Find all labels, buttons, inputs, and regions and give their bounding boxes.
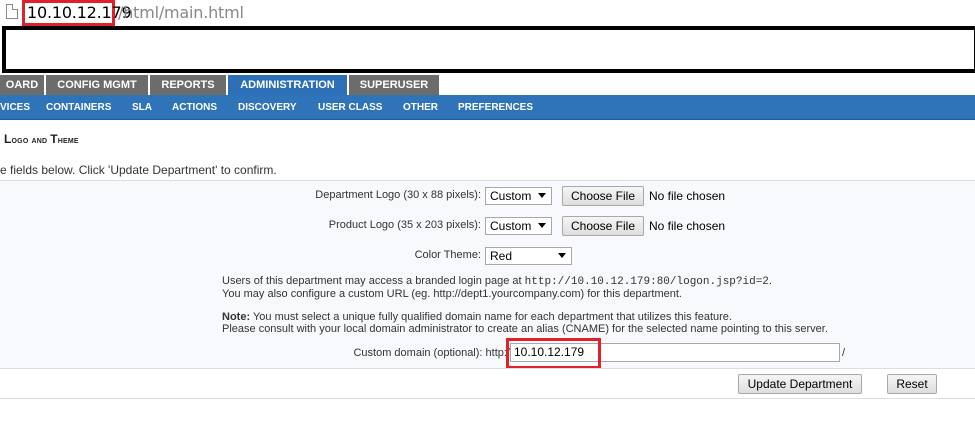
redaction-box [2,26,975,73]
tab-administration[interactable]: ADMINISTRATION [228,75,348,95]
department-logo-file-status: No file chosen [649,189,726,203]
subtab-sla[interactable]: SLA [132,95,152,120]
subtab-actions[interactable]: ACTIONS [172,95,217,120]
branded-login-info: Users of this department may access a br… [222,275,772,288]
reset-button[interactable]: Reset [887,374,937,394]
chevron-down-icon [558,253,566,258]
subtab-devices[interactable]: VICES [0,95,30,120]
subtab-other[interactable]: OTHER [403,95,438,120]
tab-config-mgmt[interactable]: CONFIG MGMT [46,75,149,95]
department-logo-label: Department Logo (30 x 88 pixels): [315,189,481,201]
tab-superuser[interactable]: SUPERUSER [349,75,440,95]
main-tabs: OARD CONFIG MGMT REPORTS ADMINISTRATION … [0,75,975,95]
note-line-1: Note: You must select a unique fully qua… [222,311,732,323]
chevron-down-icon [538,193,546,198]
product-logo-label: Product Logo (35 x 203 pixels): [328,219,481,231]
custom-domain-suffix: / [842,347,846,359]
product-logo-choose-file-button[interactable]: Choose File [562,216,644,236]
product-logo-file-status: No file chosen [649,219,726,233]
instructions-text: e fields below. Click 'Update Department… [0,163,277,177]
chevron-down-icon [538,223,546,228]
tab-reports[interactable]: REPORTS [150,75,227,95]
tab-dashboard[interactable]: OARD [0,75,45,95]
url-path[interactable]: /html/main.html [118,3,244,22]
sub-tabs: VICES CONTAINERS SLA ACTIONS DISCOVERY U… [0,95,975,120]
custom-domain-label: Custom domain (optional): http:/ [353,347,510,359]
page-title: Logo and Theme [4,132,79,146]
product-logo-select[interactable]: Custom [485,217,552,235]
update-department-button[interactable]: Update Department [738,374,862,394]
branded-login-url: http://10.10.12.179:80/logon.jsp?id=2 [524,276,769,288]
color-theme-select[interactable]: Red [485,247,572,265]
note-line-2: Please consult with your local domain ad… [222,323,828,335]
subtab-user-class[interactable]: USER CLASS [318,95,382,120]
form-panel [0,180,975,368]
department-logo-select[interactable]: Custom [485,187,552,205]
page-icon [6,4,18,19]
color-theme-label: Color Theme: [414,249,481,261]
subtab-containers[interactable]: CONTAINERS [46,95,111,120]
subtab-preferences[interactable]: PREFERENCES [458,95,533,120]
subtab-discovery[interactable]: DISCOVERY [238,95,297,120]
custom-domain-highlight [506,338,601,369]
url-host[interactable]: 10.10.12.179 [27,3,132,22]
department-logo-choose-file-button[interactable]: Choose File [562,186,644,206]
address-bar[interactable]: 10.10.12.179 /html/main.html [0,0,975,26]
custom-url-info: You may also configure a custom URL (eg.… [222,288,682,300]
